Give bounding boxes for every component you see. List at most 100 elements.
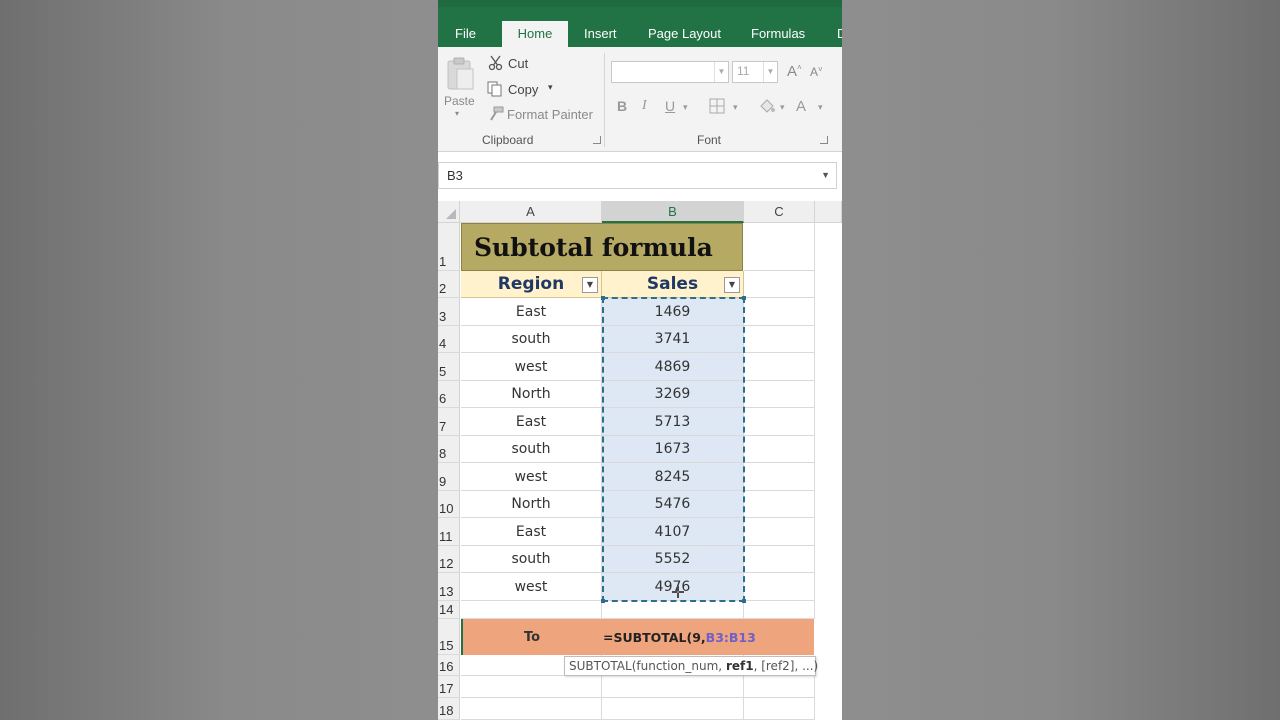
row-header[interactable]: 3 bbox=[438, 298, 460, 326]
copy-dropdown-icon[interactable]: ▾ bbox=[548, 82, 553, 93]
font-size-select[interactable]: 11 ▼ bbox=[732, 61, 778, 83]
row-header[interactable]: 17 bbox=[438, 676, 460, 698]
cell-c7[interactable] bbox=[744, 408, 815, 436]
shrink-font-button[interactable]: A˅ bbox=[810, 65, 823, 79]
region-cell[interactable]: west bbox=[461, 353, 602, 381]
filter-dropdown-icon[interactable]: ▼ bbox=[724, 277, 740, 293]
name-box[interactable]: B3 ▼ bbox=[438, 162, 837, 189]
cell-a14[interactable] bbox=[461, 601, 602, 619]
worksheet-grid[interactable]: A B C 1 2 3 4 5 6 7 8 9 10 11 12 13 14 1… bbox=[438, 201, 842, 720]
region-cell[interactable]: North bbox=[461, 381, 602, 408]
column-header-c[interactable]: C bbox=[744, 201, 815, 223]
tab-file[interactable]: File bbox=[447, 21, 484, 47]
region-cell[interactable]: west bbox=[461, 463, 602, 491]
font-launcher-icon[interactable] bbox=[820, 136, 828, 144]
paste-label[interactable]: Paste bbox=[444, 94, 475, 108]
cell-c17[interactable] bbox=[744, 676, 815, 698]
italic-button[interactable]: I bbox=[642, 98, 647, 114]
sales-cell[interactable]: 5476 bbox=[602, 491, 744, 518]
cell-c12[interactable] bbox=[744, 546, 815, 573]
cell-c11[interactable] bbox=[744, 518, 815, 546]
row-header[interactable]: 11 bbox=[438, 518, 460, 546]
formula-edit-cell[interactable]: =SUBTOTAL(9, B3:B13 bbox=[602, 619, 814, 655]
cell-c10[interactable] bbox=[744, 491, 815, 518]
tab-formulas[interactable]: Formulas bbox=[743, 21, 813, 47]
cell-a17[interactable] bbox=[461, 676, 602, 698]
row-header[interactable]: 4 bbox=[438, 326, 460, 353]
cell-c6[interactable] bbox=[744, 381, 815, 408]
borders-icon[interactable] bbox=[709, 98, 725, 114]
select-all-corner[interactable] bbox=[438, 201, 460, 223]
row-header[interactable]: 5 bbox=[438, 353, 460, 381]
row-header[interactable]: 16 bbox=[438, 655, 460, 676]
font-color-button[interactable]: A bbox=[796, 98, 806, 115]
filter-dropdown-icon[interactable]: ▼ bbox=[582, 277, 598, 293]
cell-c9[interactable] bbox=[744, 463, 815, 491]
underline-button[interactable]: U bbox=[665, 98, 675, 114]
header-sales-cell[interactable]: Sales ▼ bbox=[602, 271, 744, 298]
function-argument-tooltip[interactable]: SUBTOTAL(function_num, ref1, [ref2], ...… bbox=[564, 656, 818, 676]
column-header-d[interactable] bbox=[815, 201, 842, 223]
row-header[interactable]: 2 bbox=[438, 271, 460, 298]
fill-color-icon[interactable] bbox=[758, 97, 776, 115]
sales-cell[interactable]: 4869 bbox=[602, 353, 744, 381]
cell-c5[interactable] bbox=[744, 353, 815, 381]
sales-cell[interactable]: 5552 bbox=[602, 546, 744, 573]
copy-button[interactable]: Copy bbox=[508, 82, 538, 97]
fill-color-dropdown-icon[interactable]: ▾ bbox=[780, 102, 785, 113]
row-header[interactable]: 18 bbox=[438, 698, 460, 720]
sales-cell[interactable]: 5713 bbox=[602, 408, 744, 436]
row-header[interactable]: 6 bbox=[438, 381, 460, 408]
row-header[interactable]: 8 bbox=[438, 436, 460, 463]
row-header[interactable]: 7 bbox=[438, 408, 460, 436]
row-header[interactable]: 9 bbox=[438, 463, 460, 491]
cell-c13[interactable] bbox=[744, 573, 815, 601]
cut-button[interactable]: Cut bbox=[508, 56, 528, 71]
underline-dropdown-icon[interactable]: ▾ bbox=[683, 102, 688, 113]
region-cell[interactable]: East bbox=[461, 408, 602, 436]
sales-cell[interactable]: 4107 bbox=[602, 518, 744, 546]
region-cell[interactable]: south bbox=[461, 546, 602, 573]
row-header[interactable]: 14 bbox=[438, 601, 460, 619]
cell-b17[interactable] bbox=[602, 676, 744, 698]
cell-b18[interactable] bbox=[602, 698, 744, 720]
tab-insert[interactable]: Insert bbox=[576, 21, 625, 47]
cell-c18[interactable] bbox=[744, 698, 815, 720]
column-header-b[interactable]: B bbox=[602, 201, 744, 223]
region-cell[interactable]: south bbox=[461, 436, 602, 463]
cell-c4[interactable] bbox=[744, 326, 815, 353]
cell-b14[interactable] bbox=[602, 601, 744, 619]
clipboard-launcher-icon[interactable] bbox=[593, 136, 601, 144]
chevron-down-icon[interactable]: ▼ bbox=[714, 62, 728, 82]
cell-c2[interactable] bbox=[744, 271, 815, 298]
cell-c8[interactable] bbox=[744, 436, 815, 463]
font-name-select[interactable]: ▼ bbox=[611, 61, 729, 83]
tab-data[interactable]: D bbox=[829, 21, 842, 47]
sales-cell[interactable]: 1469 bbox=[602, 298, 744, 326]
row-header[interactable]: 10 bbox=[438, 491, 460, 518]
cell-c1[interactable] bbox=[744, 223, 815, 271]
region-cell[interactable]: west bbox=[461, 573, 602, 601]
row-header[interactable]: 1 bbox=[438, 223, 460, 271]
sales-cell[interactable]: 3741 bbox=[602, 326, 744, 353]
region-cell[interactable]: south bbox=[461, 326, 602, 353]
sales-cell[interactable]: 1673 bbox=[602, 436, 744, 463]
cell-c14[interactable] bbox=[744, 601, 815, 619]
cell-c3[interactable] bbox=[744, 298, 815, 326]
tab-home[interactable]: Home bbox=[502, 21, 568, 47]
row-header[interactable]: 15 bbox=[438, 619, 460, 655]
row-header[interactable]: 12 bbox=[438, 546, 460, 573]
bold-button[interactable]: B bbox=[617, 98, 627, 114]
sales-cell[interactable]: 3269 bbox=[602, 381, 744, 408]
region-cell[interactable]: North bbox=[461, 491, 602, 518]
row-header[interactable]: 13 bbox=[438, 573, 460, 601]
grow-font-button[interactable]: A˄ bbox=[787, 63, 802, 80]
paste-dropdown-icon[interactable]: ▾ bbox=[455, 109, 459, 118]
borders-dropdown-icon[interactable]: ▾ bbox=[733, 102, 738, 113]
font-color-dropdown-icon[interactable]: ▾ bbox=[818, 102, 823, 113]
tab-page-layout[interactable]: Page Layout bbox=[640, 21, 729, 47]
chevron-down-icon[interactable]: ▼ bbox=[821, 163, 830, 188]
region-cell[interactable]: East bbox=[461, 298, 602, 326]
chevron-down-icon[interactable]: ▼ bbox=[763, 62, 777, 82]
column-header-a[interactable]: A bbox=[460, 201, 602, 223]
